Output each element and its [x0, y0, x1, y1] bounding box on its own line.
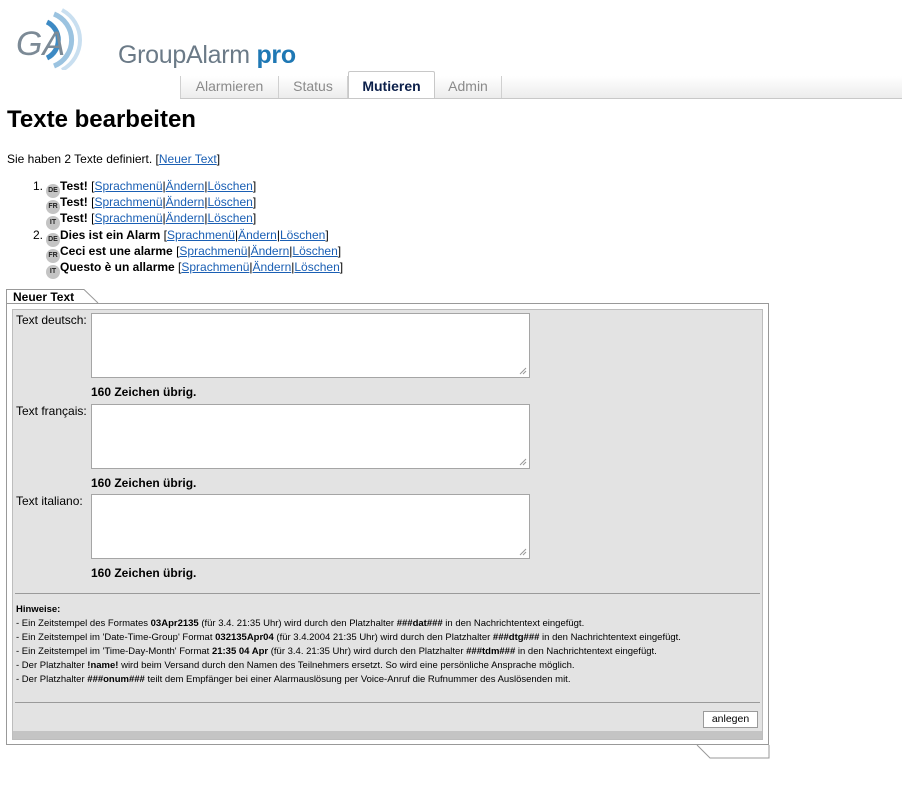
tabs-divider	[180, 98, 902, 99]
hint-text: (für 3.4. 21:35 Uhr) wird durch den Plat…	[198, 618, 397, 629]
alarm-text: Test!	[60, 211, 88, 226]
alarm-text: Questo è un allarme	[60, 259, 175, 274]
text-fr-input[interactable]	[91, 404, 530, 469]
new-text-panel: Text deutsch: 160 Zeichen übrig. Text fr…	[6, 303, 769, 745]
hint-example: ###onum###	[87, 674, 145, 685]
edit-link[interactable]: Ändern	[251, 244, 290, 258]
hint-line: - Der Platzhalter !name! wird beim Versa…	[16, 659, 761, 673]
label-it: Text italiano:	[16, 494, 83, 508]
brand-name-main: GroupAlarm	[118, 41, 250, 69]
groupalarm-logo[interactable]: GA GroupAlarm pro	[14, 8, 296, 72]
hint-text: teilt dem Empfänger bei einer Alarmauslö…	[144, 674, 571, 685]
language-menu-link[interactable]: Sprachmenü	[94, 195, 162, 209]
summary-line: Sie haben 2 Texte definiert. [Neuer Text…	[7, 152, 220, 166]
delete-link[interactable]: Löschen	[292, 244, 337, 258]
list-item: IT Questo è un allarme [Sprachmenü|Ändern…	[30, 259, 343, 279]
language-menu-link[interactable]: Sprachmenü	[167, 228, 235, 242]
divider	[15, 702, 760, 703]
tab-mutieren[interactable]: Mutieren	[348, 71, 435, 99]
hint-text: - Der Platzhalter	[16, 674, 88, 685]
text-list: 1. DE Test! [Sprachmenü|Ändern|Löschen] FR T…	[30, 178, 343, 279]
list-number: 2.	[33, 227, 44, 242]
hint-example: !name!	[87, 660, 119, 671]
text-de-input[interactable]	[91, 313, 530, 378]
hint-example: 032135Apr04	[215, 632, 274, 643]
hint-line: - Ein Zeitstempel im 'Date-Time-Group' F…	[16, 631, 761, 645]
hint-line: - Der Platzhalter ###onum### teilt dem E…	[16, 673, 761, 687]
list-item: FR Test! [Sprachmenü|Ändern|Löschen]	[30, 194, 343, 215]
remaining-de: 160 Zeichen übrig.	[91, 385, 197, 399]
language-menu-link[interactable]: Sprachmenü	[179, 244, 247, 258]
label-de: Text deutsch:	[16, 313, 87, 327]
resize-grip-icon[interactable]	[519, 458, 527, 466]
list-item: 2. DE Dies ist ein Alarm [Sprachmenü|Änder…	[30, 227, 343, 247]
label-fr: Text français:	[16, 404, 87, 418]
divider	[15, 593, 760, 594]
brand-name: GroupAlarm pro	[118, 41, 296, 70]
alarm-text: Ceci est une alarme	[60, 243, 173, 258]
alarm-text: Dies ist ein Alarm	[60, 227, 161, 242]
hint-line: - Ein Zeitstempel des Formates 03Apr2135…	[16, 617, 761, 631]
list-item: IT Test! [Sprachmenü|Ändern|Löschen]	[30, 210, 343, 231]
form-area: Text deutsch: 160 Zeichen übrig. Text fr…	[12, 309, 763, 740]
tab-status[interactable]: Status	[279, 76, 348, 98]
edit-link[interactable]: Ändern	[166, 211, 205, 225]
alarm-text: Test!	[60, 179, 88, 193]
hint-text: in den Nachrichtentext eingefügt.	[515, 646, 657, 657]
text-it-input[interactable]	[91, 494, 530, 559]
delete-link[interactable]: Löschen	[207, 211, 252, 225]
hint-text: (für 3.4. 21:35 Uhr) wird durch den Plat…	[268, 646, 467, 657]
tab-admin[interactable]: Admin	[435, 76, 502, 98]
list-item: 1. DE Test! [Sprachmenü|Ändern|Löschen]	[30, 178, 343, 198]
logo-icon: GA	[16, 8, 82, 72]
list-item: FR Ceci est une alarme [Sprachmenü|Ändern…	[30, 243, 343, 263]
summary-text: Sie haben 2 Texte definiert. [	[7, 152, 159, 166]
hint-example: 03Apr2135	[150, 618, 199, 629]
language-menu-link[interactable]: Sprachmenü	[181, 260, 249, 274]
delete-link[interactable]: Löschen	[207, 195, 252, 209]
tab-alarmieren[interactable]: Alarmieren	[180, 76, 279, 98]
hint-example: 21:35 04 Apr	[211, 646, 269, 657]
new-text-link[interactable]: Neuer Text	[159, 152, 217, 166]
create-button[interactable]: anlegen	[703, 711, 758, 728]
summary-end: ]	[216, 152, 221, 166]
hint-text: in den Nachrichtentext eingefügt.	[442, 618, 585, 629]
edit-link[interactable]: Ändern	[166, 179, 205, 193]
remaining-it: 160 Zeichen übrig.	[91, 566, 197, 580]
page-title: Texte bearbeiten	[7, 106, 196, 133]
hints-title: Hinweise:	[16, 604, 61, 615]
panel-footer-bar	[13, 731, 762, 739]
delete-link[interactable]: Löschen	[280, 228, 325, 242]
edit-link[interactable]: Ändern	[238, 228, 277, 242]
hint-text: in den Nachrichtentext eingefügt.	[539, 632, 681, 643]
hint-text: - Ein Zeitstempel des Formates	[16, 618, 151, 629]
panel-tab-label: Neuer Text	[13, 290, 75, 304]
resize-grip-icon[interactable]	[519, 367, 527, 375]
remaining-fr: 160 Zeichen übrig.	[91, 476, 197, 490]
hint-text: - Ein Zeitstempel im 'Time-Day-Month' Fo…	[16, 646, 212, 657]
delete-link[interactable]: Löschen	[294, 260, 339, 274]
language-menu-link[interactable]: Sprachmenü	[94, 179, 162, 193]
brand-name-suffix: pro	[256, 41, 296, 69]
header: GA GroupAlarm pro Alarmieren Status Muti…	[0, 0, 902, 99]
alarm-text: Test!	[60, 195, 88, 210]
logo-mark: GA	[16, 25, 65, 63]
list-number: 1.	[33, 179, 44, 193]
language-flag-icon: IT	[46, 264, 60, 279]
hints-block: Hinweise: - Ein Zeitstempel des Formates…	[16, 603, 761, 687]
language-menu-link[interactable]: Sprachmenü	[94, 211, 162, 225]
hint-text: - Der Platzhalter	[16, 660, 88, 671]
edit-link[interactable]: Ändern	[166, 195, 205, 209]
hint-placeholder: ###dtg###	[492, 632, 540, 643]
hint-placeholder: ###dat###	[396, 618, 443, 629]
hint-text: - Ein Zeitstempel im 'Date-Time-Group' F…	[16, 632, 216, 643]
delete-link[interactable]: Löschen	[207, 179, 252, 193]
edit-link[interactable]: Ändern	[253, 260, 292, 274]
hint-placeholder: ###tdm###	[466, 646, 516, 657]
resize-grip-icon[interactable]	[519, 548, 527, 556]
hint-line: - Ein Zeitstempel im 'Time-Day-Month' Fo…	[16, 645, 761, 659]
hint-text: wird beim Versand durch den Namen des Te…	[118, 660, 575, 671]
hint-text: (für 3.4.2004 21:35 Uhr) wird durch den …	[273, 632, 493, 643]
